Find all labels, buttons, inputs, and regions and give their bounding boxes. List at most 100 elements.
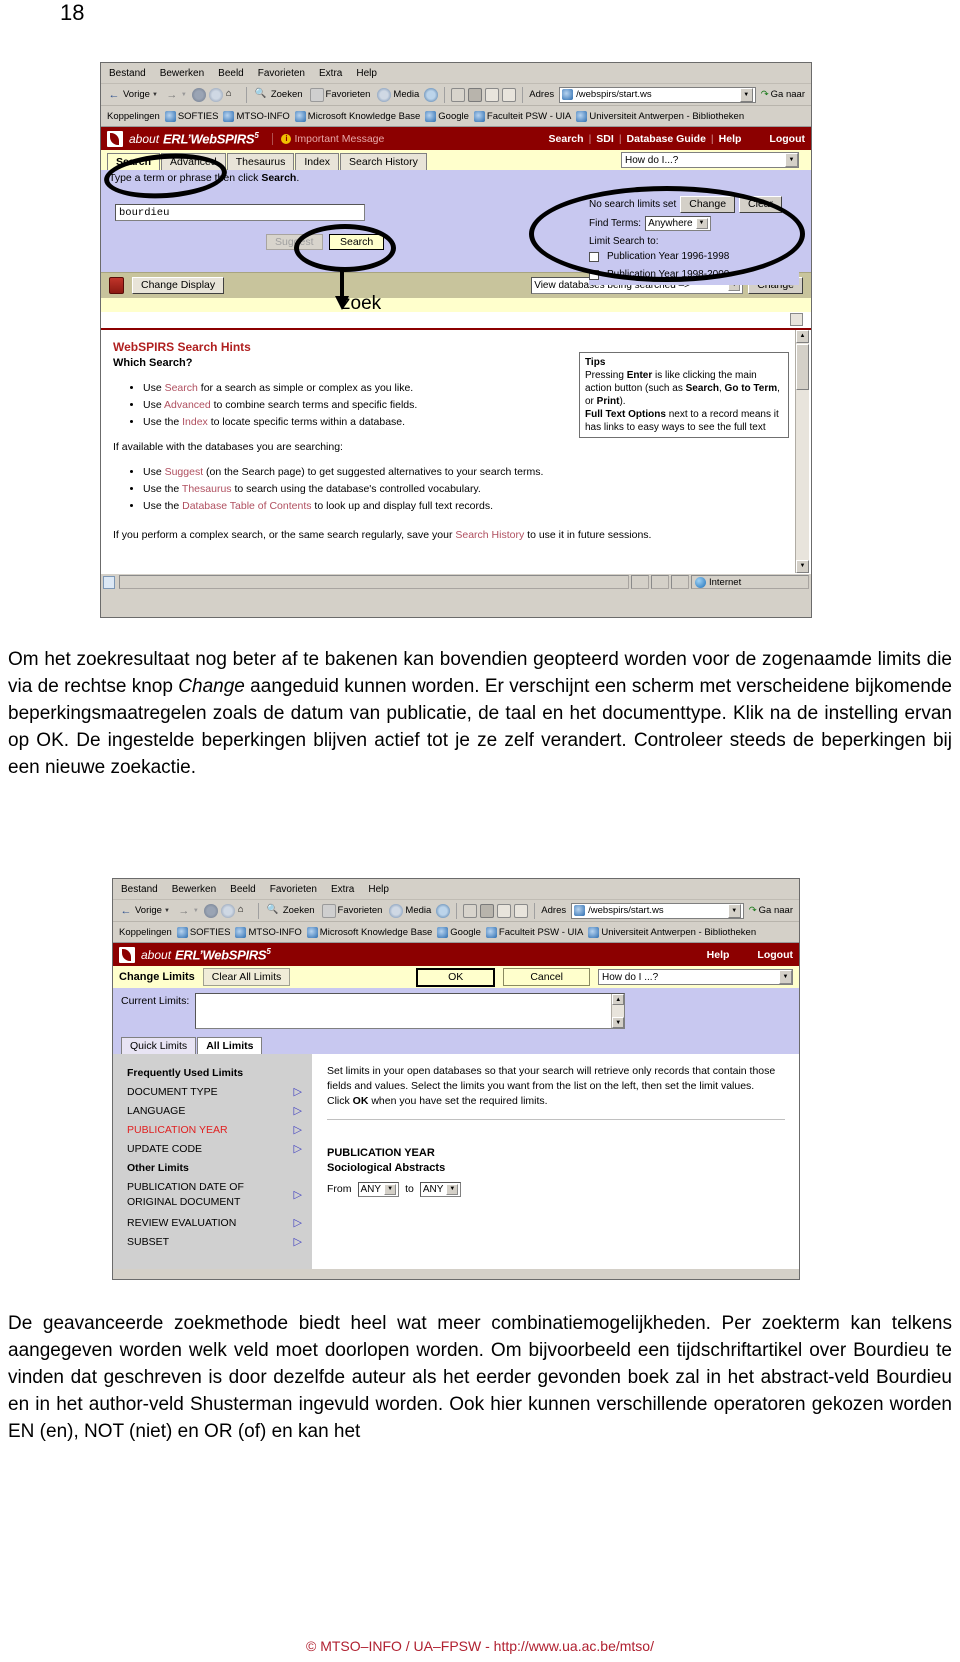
back-button[interactable]: ← Vorige ▼	[117, 904, 172, 918]
scroll-up-button[interactable]: ▲	[612, 994, 625, 1005]
link-microsoft-kb[interactable]: Microsoft Knowledge Base	[294, 110, 420, 122]
nav-search[interactable]: Search	[549, 133, 584, 145]
cancel-button[interactable]: Cancel	[503, 968, 590, 986]
ok-button[interactable]: OK	[416, 967, 496, 987]
menu-item-beeld[interactable]: Beeld	[230, 884, 256, 895]
nav-logout[interactable]: Logout	[769, 133, 805, 145]
chevron-down-icon[interactable]: ▼	[779, 970, 792, 984]
limits-clear-button[interactable]: Clear	[739, 196, 783, 213]
link-google[interactable]: Google	[437, 926, 481, 938]
history-icon[interactable]	[424, 87, 439, 102]
chevron-down-icon[interactable]: ▼	[785, 153, 798, 167]
link-microsoft-kb[interactable]: Microsoft Knowledge Base	[306, 926, 432, 938]
triangle-right-icon[interactable]: ▷	[294, 1083, 302, 1102]
limit-row-publication-date-original[interactable]: PUBLICATION DATE OF ORIGINAL DOCUMENT ▷	[113, 1178, 312, 1210]
find-terms-select[interactable]: Anywhere ▼	[645, 216, 711, 231]
limit-row-update-code[interactable]: UPDATE CODE ▷	[113, 1140, 312, 1159]
triangle-right-icon[interactable]: ▷	[294, 1214, 302, 1233]
about-label[interactable]: about	[141, 948, 171, 962]
search-button[interactable]: 🔍 Zoeken	[253, 88, 305, 102]
checkbox-1998-2000[interactable]	[589, 269, 599, 280]
nav-logout[interactable]: Logout	[757, 949, 793, 961]
address-bar[interactable]: /webspirs/start.ws ▼	[559, 86, 756, 103]
hint-keyword[interactable]: Thesaurus	[182, 483, 232, 495]
discuss-icon[interactable]	[514, 903, 529, 918]
limit-row-document-type[interactable]: DOCUMENT TYPE ▷	[113, 1083, 312, 1102]
menu-item-favorieten[interactable]: Favorieten	[270, 884, 317, 895]
triangle-right-icon[interactable]: ▷	[294, 1188, 302, 1203]
scroll-up-button[interactable]: ▲	[796, 330, 809, 343]
from-year-select[interactable]: ANY ▼	[357, 1182, 400, 1197]
chevron-down-icon[interactable]: ▼	[384, 1184, 397, 1195]
link-google[interactable]: Google	[425, 110, 469, 122]
refresh-icon[interactable]	[220, 903, 235, 918]
menu-item-help[interactable]: Help	[368, 884, 389, 895]
limits-change-button[interactable]: Change	[680, 196, 736, 213]
hint-keyword[interactable]: Suggest	[165, 466, 204, 478]
chevron-down-icon[interactable]: ▼	[152, 92, 158, 98]
limit-row-language[interactable]: LANGUAGE ▷	[113, 1102, 312, 1121]
back-button[interactable]: ← Vorige ▼	[105, 88, 160, 102]
print-icon[interactable]	[468, 87, 483, 102]
tab-search-history[interactable]: Search History	[340, 153, 427, 170]
stop-icon[interactable]	[203, 903, 218, 918]
triangle-right-icon[interactable]: ▷	[294, 1121, 302, 1140]
address-bar[interactable]: /webspirs/start.ws ▼	[571, 902, 744, 919]
chevron-down-icon[interactable]: ▼	[695, 218, 708, 229]
checkbox-1996-1998[interactable]	[589, 251, 599, 262]
media-button[interactable]: Media	[387, 903, 433, 918]
chevron-down-icon-forward[interactable]: ▼	[193, 908, 199, 914]
link-softies[interactable]: SOFTIES	[176, 926, 230, 938]
help-dropdown-2[interactable]: How do I ...? ▼	[598, 969, 793, 985]
hint-keyword[interactable]: Search	[165, 382, 198, 394]
textarea-scrollbar[interactable]: ▲ ▼	[611, 994, 625, 1028]
current-limits-textarea[interactable]: ▲ ▼	[195, 993, 626, 1029]
link-ua-bibliotheken[interactable]: Universiteit Antwerpen - Bibliotheken	[588, 926, 756, 938]
link-faculteit-psw[interactable]: Faculteit PSW - UIA	[473, 110, 571, 122]
suggest-button[interactable]: Suggest	[266, 234, 323, 250]
content-scrollbar[interactable]: ▲ ▼	[795, 330, 809, 573]
forward-button[interactable]: → ▼	[175, 904, 201, 918]
limit-option-1996[interactable]: Publication Year 1996-1998	[589, 249, 799, 264]
help-dropdown[interactable]: How do I...? ▼	[621, 152, 799, 168]
search-input[interactable]: bourdieu	[115, 204, 365, 221]
menu-item-bestand[interactable]: Bestand	[121, 884, 158, 895]
favorites-button[interactable]: Favorieten	[320, 903, 385, 918]
triangle-right-icon[interactable]: ▷	[294, 1233, 302, 1252]
nav-help[interactable]: Help	[707, 949, 730, 961]
favorites-button[interactable]: Favorieten	[308, 87, 373, 102]
limit-row-publication-year[interactable]: PUBLICATION YEAR ▷	[113, 1121, 312, 1140]
link-softies[interactable]: SOFTIES	[164, 110, 218, 122]
final-keyword[interactable]: Search History	[455, 529, 524, 541]
mail-icon[interactable]	[451, 87, 466, 102]
scrollbar-thumb[interactable]	[796, 344, 809, 390]
limit-row-subset[interactable]: SUBSET ▷	[113, 1233, 312, 1252]
chevron-down-icon-forward[interactable]: ▼	[181, 92, 187, 98]
scroll-down-button[interactable]: ▼	[612, 1017, 625, 1028]
chevron-down-icon[interactable]: ▼	[446, 1184, 459, 1195]
tab-search[interactable]: Search	[107, 153, 161, 170]
triangle-right-icon[interactable]: ▷	[294, 1140, 302, 1159]
link-mtso-info[interactable]: MTSO-INFO	[235, 926, 302, 938]
go-button[interactable]: ↷ Ga naar	[759, 89, 807, 100]
about-label[interactable]: about	[129, 132, 159, 146]
history-icon[interactable]	[436, 903, 451, 918]
print-icon[interactable]	[480, 903, 495, 918]
menu-item-beeld[interactable]: Beeld	[218, 68, 244, 79]
acrobat-icon[interactable]	[790, 313, 803, 326]
tab-quick-limits[interactable]: Quick Limits	[121, 1037, 197, 1054]
address-dropdown-icon[interactable]: ▼	[739, 87, 753, 102]
menu-item-bewerken[interactable]: Bewerken	[160, 68, 204, 79]
search-button[interactable]: 🔍 Zoeken	[265, 904, 317, 918]
limit-option-1998[interactable]: Publication Year 1998-2000	[589, 267, 799, 282]
tab-index[interactable]: Index	[295, 153, 340, 170]
nav-database-guide[interactable]: Database Guide	[627, 133, 706, 145]
menu-item-bestand[interactable]: Bestand	[109, 68, 146, 79]
edit-icon[interactable]	[497, 903, 512, 918]
chevron-down-icon[interactable]: ▼	[164, 908, 170, 914]
clear-all-limits-button[interactable]: Clear All Limits	[202, 968, 291, 986]
mail-icon[interactable]	[463, 903, 478, 918]
menu-item-extra[interactable]: Extra	[319, 68, 342, 79]
stop-icon[interactable]	[191, 87, 206, 102]
link-mtso-info[interactable]: MTSO-INFO	[223, 110, 290, 122]
